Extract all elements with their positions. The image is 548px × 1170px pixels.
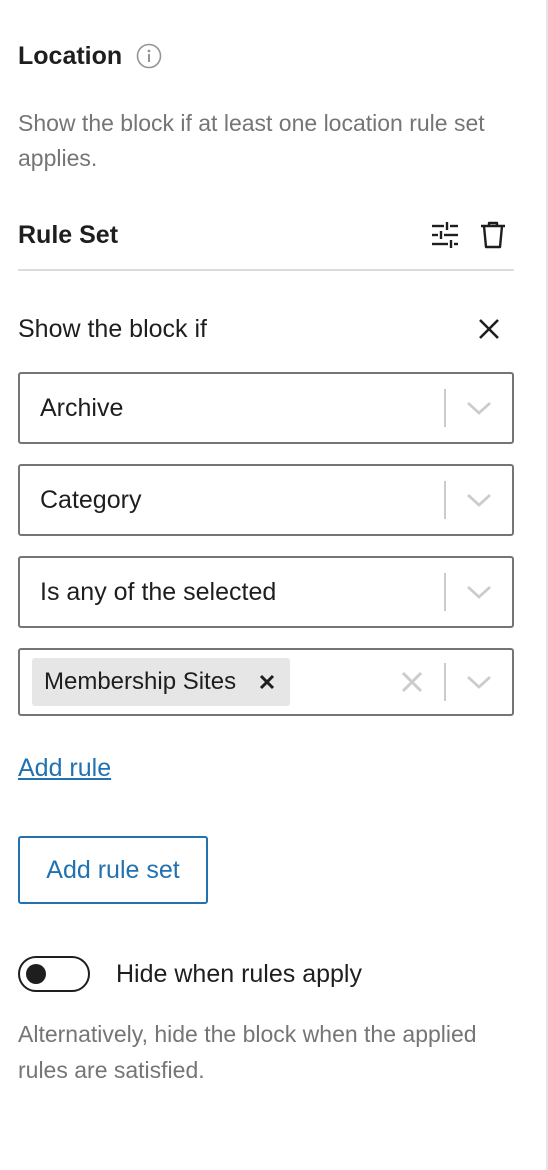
add-rule-link[interactable]: Add rule <box>18 754 111 783</box>
toggle-knob <box>26 964 46 984</box>
rule-set-divider <box>18 269 514 271</box>
hide-toggle-help: Alternatively, hide the block when the a… <box>18 1021 477 1083</box>
rule-values-multiselect[interactable]: Membership Sites <box>18 648 514 716</box>
location-header: Location <box>18 38 162 74</box>
chevron-down-icon[interactable] <box>446 559 512 625</box>
trash-icon[interactable] <box>478 220 508 250</box>
rule-set-tools <box>430 220 508 250</box>
clear-selection-icon[interactable] <box>398 668 426 696</box>
show-if-row: Show the block if <box>18 308 514 350</box>
hide-toggle-row: Hide when rules apply <box>18 954 362 994</box>
rule-set-label: Rule Set <box>18 220 119 249</box>
hide-toggle-label: Hide when rules apply <box>116 959 362 988</box>
location-title: Location <box>18 41 123 70</box>
close-icon[interactable] <box>476 316 502 342</box>
select-value: Is any of the selected <box>40 577 277 606</box>
show-if-label: Show the block if <box>18 314 207 343</box>
remove-chip-icon[interactable] <box>256 671 278 693</box>
add-rule-set-button[interactable]: Add rule set <box>18 836 208 904</box>
select-value: Archive <box>40 393 124 422</box>
info-icon[interactable] <box>136 43 162 69</box>
hide-when-rules-apply-toggle[interactable] <box>18 956 90 992</box>
rule-object-select[interactable]: Category <box>18 464 514 536</box>
rule-set-header: Rule Set <box>18 212 514 258</box>
chevron-down-icon[interactable] <box>446 649 512 715</box>
chevron-down-icon[interactable] <box>446 375 512 441</box>
rule-type-select[interactable]: Archive <box>18 372 514 444</box>
rule-operator-select[interactable]: Is any of the selected <box>18 556 514 628</box>
select-value: Category <box>40 485 142 514</box>
chevron-down-icon[interactable] <box>446 467 512 533</box>
selected-chip: Membership Sites <box>32 658 291 706</box>
sliders-icon[interactable] <box>430 220 460 250</box>
location-description: Show the block if at least one location … <box>18 110 485 171</box>
chip-label: Membership Sites <box>44 668 237 695</box>
